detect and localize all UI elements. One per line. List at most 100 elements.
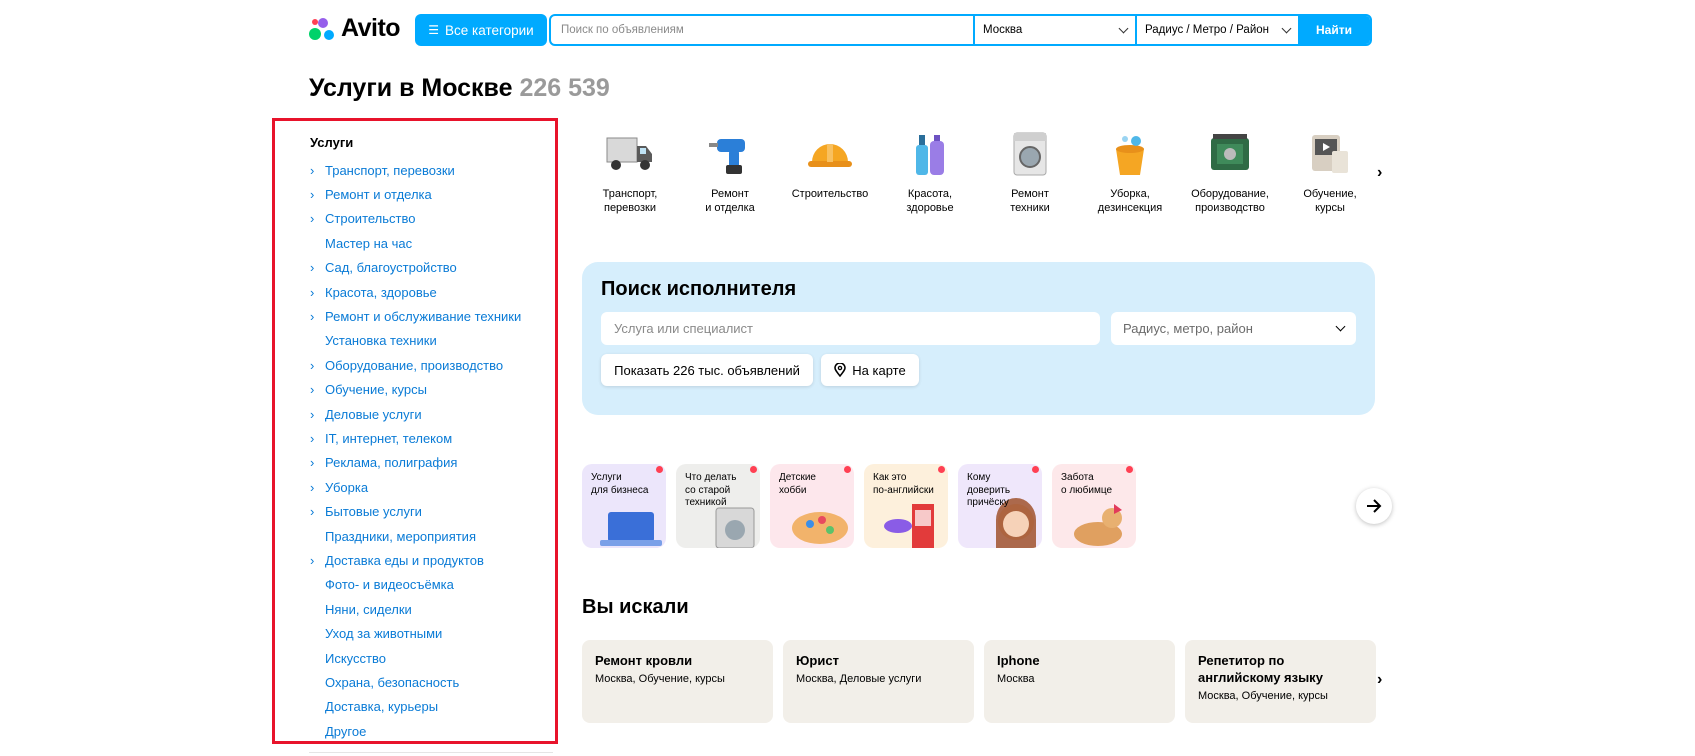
unread-dot [844, 466, 851, 473]
category-tile[interactable]: Красота, здоровье [880, 128, 980, 228]
sidebar-item[interactable]: Доставка, курьеры [310, 695, 521, 719]
find-button[interactable]: Найти [1298, 16, 1370, 44]
sidebar-heading[interactable]: Услуги [310, 135, 353, 150]
all-categories-button[interactable]: ☰ Все категории [415, 14, 547, 46]
you-searched-next-chevron-icon[interactable]: › [1377, 671, 1382, 689]
service-input[interactable]: Услуга или специалист [601, 312, 1100, 345]
category-tile[interactable]: Строительство [780, 128, 880, 228]
chevron-right-icon: › [310, 479, 315, 495]
cosmetics-icon [904, 128, 956, 180]
logo-dots-icon [309, 16, 335, 42]
sidebar-item-label: Уход за животными [325, 626, 443, 642]
chevron-down-icon [1281, 23, 1292, 33]
saved-search-card[interactable]: Юрист Москва, Деловые услуги [783, 640, 974, 723]
sidebar-item-label: Доставка, курьеры [325, 699, 439, 715]
unread-dot [1126, 466, 1133, 473]
chevron-right-icon: › [310, 552, 315, 568]
unread-dot [656, 466, 663, 473]
stories-next-arrow-icon[interactable] [1356, 488, 1392, 524]
category-tile[interactable]: Уборка, дезинсекция [1080, 128, 1180, 228]
sidebar-item[interactable]: › Оборудование, производство [310, 353, 521, 377]
page-title-count: 226 539 [519, 74, 610, 102]
sidebar-item[interactable]: › Уборка [310, 475, 521, 499]
sidebar-item-label: Другое [325, 723, 367, 739]
sidebar-item[interactable]: › Транспорт, перевозки [310, 158, 521, 182]
sidebar-item-label: Установка техники [325, 333, 437, 349]
logo-text: Avito [341, 14, 401, 42]
sidebar-item[interactable]: Няни, сиделки [310, 597, 521, 621]
radius-value: Радиус / Метро / Район [1145, 24, 1269, 36]
unread-dot [938, 466, 945, 473]
radius-metro-select[interactable]: Радиус, метро, район [1111, 312, 1356, 345]
story-card[interactable]: Что делать со старой техникой [676, 464, 760, 548]
story-card[interactable]: Забота о любимце [1052, 464, 1136, 548]
chevron-down-icon [1118, 23, 1129, 33]
tablet-icon [1304, 128, 1356, 180]
sidebar-item-label: Оборудование, производство [325, 357, 504, 373]
category-tile[interactable]: Транспорт, перевозки [580, 128, 680, 228]
search-placeholder: Поиск по объявлениям [561, 24, 684, 36]
unread-dot [1032, 466, 1039, 473]
radius-metro-placeholder: Радиус, метро, район [1123, 321, 1253, 336]
city-value: Москва [983, 24, 1023, 36]
on-map-button[interactable]: На карте [821, 354, 919, 386]
sidebar-item[interactable]: Другое [310, 719, 521, 743]
sidebar-item[interactable]: Установка техники [310, 329, 521, 353]
sidebar-item[interactable]: › Реклама, полиграфия [310, 451, 521, 475]
story-card[interactable]: Как это по-английски [864, 464, 948, 548]
sidebar-item-label: Искусство [325, 650, 386, 666]
story-card[interactable]: Детские хобби [770, 464, 854, 548]
saved-search-card[interactable]: Репетитор по английскому языку Москва, Об… [1185, 640, 1376, 723]
story-card[interactable]: Услуги для бизнеса [582, 464, 666, 548]
page: Avito ☰ Все категории Поиск по объявлени… [0, 0, 1695, 756]
services-sidebar: Услуги › Транспорт, перевозки › Ремонт и от… [272, 118, 558, 744]
all-categories-label: Все категории [445, 22, 534, 38]
story-card[interactable]: Кому доверить причёску [958, 464, 1042, 548]
saved-search-query: Iphone [997, 653, 1040, 668]
truck-icon [604, 128, 656, 180]
radius-select[interactable]: Радиус / Метро / Район [1137, 16, 1298, 44]
sidebar-item[interactable]: › Обучение, курсы [310, 378, 521, 402]
category-tile[interactable]: Ремонт и отделка [680, 128, 780, 228]
saved-search-card[interactable]: Ремонт кровли Москва, Обучение, курсы [582, 640, 773, 723]
chevron-right-icon: › [310, 260, 315, 276]
sidebar-item[interactable]: Фото- и видеосъёмка [310, 573, 521, 597]
avito-logo[interactable]: Avito [309, 14, 401, 43]
story-text: Как это по-английски [873, 472, 934, 496]
drill-icon [704, 128, 756, 180]
saved-search-card[interactable]: Iphone Москва [984, 640, 1175, 723]
sidebar-item-label: Охрана, безопасность [325, 674, 460, 690]
sidebar-item[interactable]: › Деловые услуги [310, 402, 521, 426]
saved-search-query: Юрист [796, 653, 839, 668]
sidebar-item[interactable]: Искусство [310, 646, 521, 670]
sidebar-item[interactable]: Охрана, безопасность [310, 670, 521, 694]
search-input[interactable]: Поиск по объявлениям [551, 16, 975, 44]
sidebar-item[interactable]: › Ремонт и обслуживание техники [310, 304, 521, 328]
show-listings-button[interactable]: Показать 226 тыс. объявлений [601, 354, 813, 386]
sidebar-item[interactable]: › Красота, здоровье [310, 280, 521, 304]
sidebar-item[interactable]: Уход за животными [310, 621, 521, 645]
saved-search-query: Репетитор по английскому языку [1198, 653, 1323, 685]
helmet-icon [804, 128, 856, 180]
sidebar-item[interactable]: › Строительство [310, 207, 521, 231]
sidebar-item-label: Уборка [325, 479, 369, 495]
sidebar-item[interactable]: › Доставка еды и продуктов [310, 548, 521, 572]
sidebar-item[interactable]: › Бытовые услуги [310, 499, 521, 523]
category-tile[interactable]: Ремонт техники [980, 128, 1080, 228]
sidebar-item-label: Транспорт, перевозки [325, 162, 455, 178]
categories-next-chevron-icon[interactable]: › [1377, 164, 1382, 182]
saved-search-meta: Москва [997, 673, 1035, 685]
sidebar-item[interactable]: Праздники, мероприятия [310, 524, 521, 548]
chevron-right-icon: › [310, 430, 315, 446]
sidebar-item[interactable]: › Сад, благоустройство [310, 256, 521, 280]
service-placeholder: Услуга или специалист [614, 321, 754, 336]
sidebar-item[interactable]: › Ремонт и отделка [310, 182, 521, 206]
sidebar-item-label: Ремонт и отделка [325, 187, 432, 203]
category-tile[interactable]: Оборудование, производство [1180, 128, 1280, 228]
chevron-down-icon [1335, 321, 1346, 332]
chevron-right-icon: › [310, 284, 315, 300]
category-tile[interactable]: Обучение, курсы [1280, 128, 1380, 228]
sidebar-item[interactable]: › IT, интернет, телеком [310, 426, 521, 450]
sidebar-item[interactable]: Мастер на час [310, 231, 521, 255]
city-select[interactable]: Москва [975, 16, 1137, 44]
